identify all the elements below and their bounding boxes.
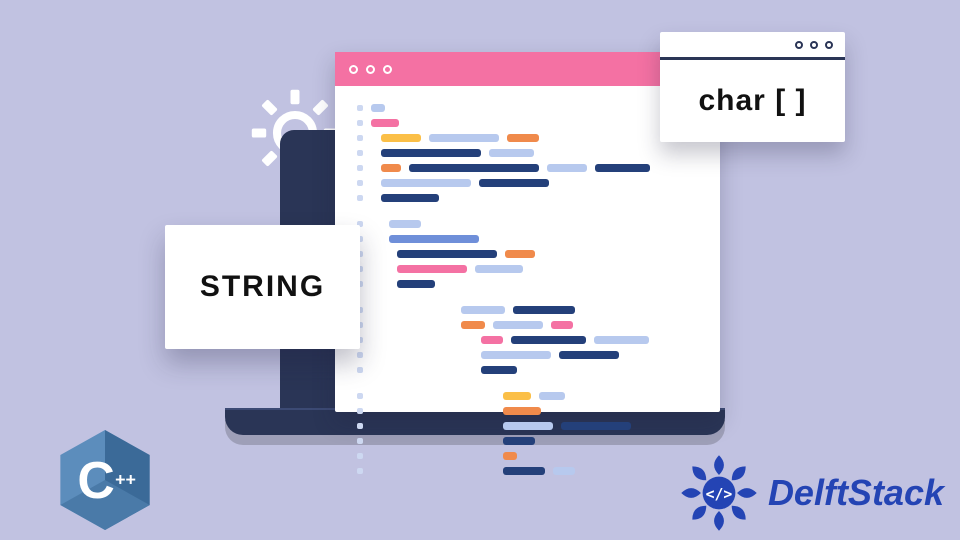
card-dot <box>795 41 803 49</box>
titlebar-dot <box>366 65 375 74</box>
delftstack-logo: </> DelftStack <box>678 452 944 534</box>
string-card: STRING <box>165 225 360 349</box>
mandala-icon: </> <box>678 452 760 534</box>
titlebar-dot <box>349 65 358 74</box>
cpp-plus: ++ <box>115 469 136 489</box>
string-label: STRING <box>200 270 325 304</box>
brand-name: DelftStack <box>768 472 944 514</box>
char-array-label: char [ ] <box>660 60 845 142</box>
titlebar-dot <box>383 65 392 74</box>
cpp-letter: C <box>77 451 114 509</box>
code-body <box>335 86 720 493</box>
cpp-badge-icon: C ++ <box>55 430 155 530</box>
card-titlebar <box>660 32 845 60</box>
char-array-card: char [ ] <box>660 32 845 142</box>
card-dot <box>810 41 818 49</box>
svg-text:</>: </> <box>706 486 733 503</box>
card-dot <box>825 41 833 49</box>
